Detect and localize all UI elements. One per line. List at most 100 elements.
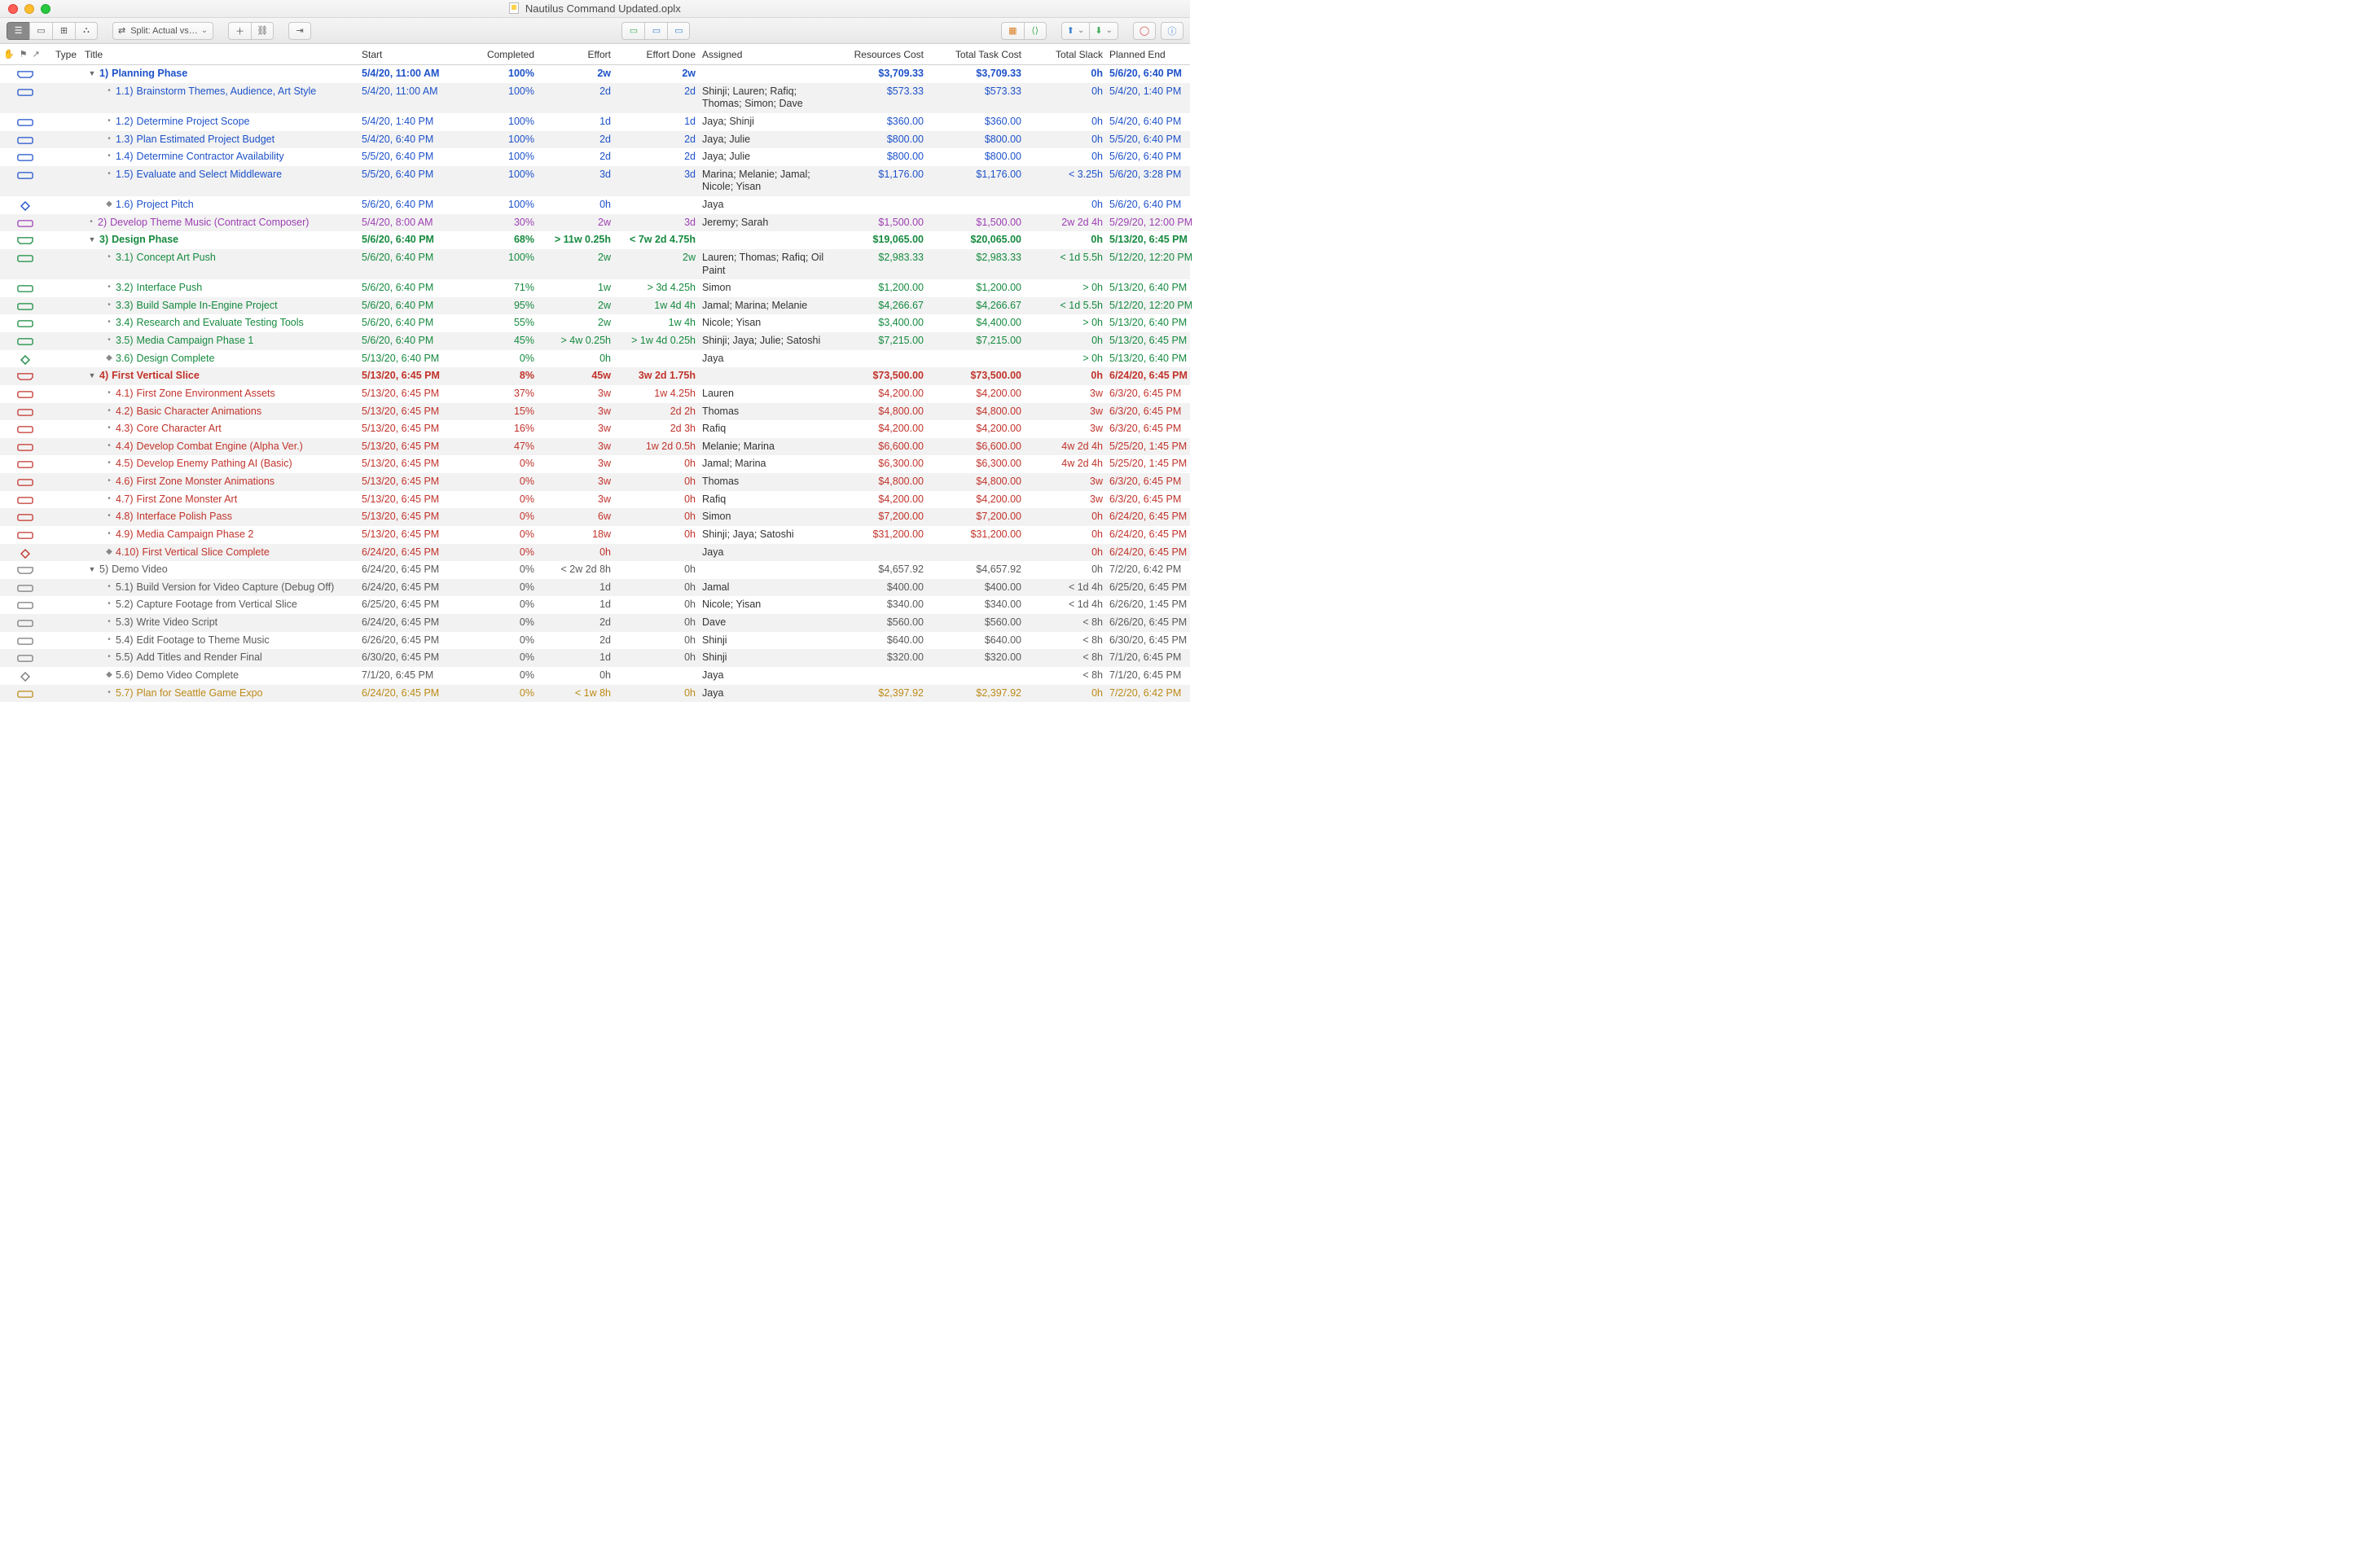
- start-cell[interactable]: 7/1/20, 6:45 PM: [358, 669, 468, 681]
- import-button[interactable]: ⬆⌄: [1061, 22, 1090, 40]
- start-cell[interactable]: 5/6/20, 6:40 PM: [358, 252, 468, 263]
- start-cell[interactable]: 5/4/20, 1:40 PM: [358, 116, 468, 127]
- planned-end-cell[interactable]: 7/1/20, 6:45 PM: [1106, 651, 1220, 663]
- effort-done-cell[interactable]: 0h: [614, 458, 699, 471]
- title-cell[interactable]: • 1.1) Brainstorm Themes, Audience, Art …: [81, 86, 358, 99]
- total-task-cost-cell[interactable]: $7,215.00: [927, 335, 1025, 346]
- effort-cell[interactable]: 2w: [538, 252, 614, 265]
- effort-done-cell[interactable]: 2d: [614, 86, 699, 99]
- total-slack-cell[interactable]: 0h: [1025, 134, 1106, 145]
- assigned-cell[interactable]: Shinji; Lauren; Rafiq; Thomas; Simon; Da…: [699, 86, 829, 111]
- reschedule-button[interactable]: ▭: [644, 22, 667, 40]
- export-button[interactable]: ⬇⌄: [1089, 22, 1118, 40]
- col-total-task-cost[interactable]: Total Task Cost: [927, 49, 1025, 60]
- title-cell[interactable]: ◆ 1.6) Project Pitch: [81, 199, 358, 212]
- effort-done-cell[interactable]: 0h: [614, 599, 699, 612]
- col-resources-cost[interactable]: Resources Cost: [829, 49, 927, 60]
- planned-end-cell[interactable]: 5/4/20, 6:40 PM: [1106, 116, 1220, 127]
- inspector-button[interactable]: ⓘ: [1161, 22, 1183, 40]
- start-cell[interactable]: 6/24/20, 6:45 PM: [358, 546, 468, 558]
- total-slack-cell[interactable]: 4w 2d 4h: [1025, 458, 1106, 469]
- completed-cell[interactable]: 0%: [468, 493, 538, 505]
- resources-cost-cell[interactable]: $640.00: [829, 634, 927, 646]
- planned-end-cell[interactable]: 5/13/20, 6:45 PM: [1106, 335, 1220, 346]
- planned-end-cell[interactable]: 7/1/20, 6:45 PM: [1106, 669, 1220, 681]
- start-cell[interactable]: 5/6/20, 6:40 PM: [358, 234, 468, 245]
- assigned-cell[interactable]: Jaya: [699, 199, 829, 212]
- start-cell[interactable]: 5/6/20, 6:40 PM: [358, 199, 468, 210]
- effort-cell[interactable]: 1d: [538, 651, 614, 664]
- effort-cell[interactable]: < 2w 2d 8h: [538, 564, 614, 577]
- total-slack-cell[interactable]: 3w: [1025, 476, 1106, 487]
- resources-cost-cell[interactable]: $800.00: [829, 134, 927, 145]
- total-task-cost-cell[interactable]: $4,200.00: [927, 388, 1025, 399]
- assigned-cell[interactable]: Jaya: [699, 546, 829, 559]
- title-cell[interactable]: • 2) Develop Theme Music (Contract Compo…: [81, 217, 358, 230]
- total-slack-cell[interactable]: 0h: [1025, 511, 1106, 522]
- resources-cost-cell[interactable]: $3,709.33: [829, 68, 927, 79]
- completed-cell[interactable]: 100%: [468, 151, 538, 162]
- table-row[interactable]: ▼ 5) Demo Video 6/24/20, 6:45 PM 0% < 2w…: [0, 561, 1190, 579]
- effort-cell[interactable]: 2w: [538, 300, 614, 313]
- resources-cost-cell[interactable]: $6,300.00: [829, 458, 927, 469]
- start-cell[interactable]: 5/13/20, 6:45 PM: [358, 529, 468, 540]
- assigned-cell[interactable]: Shinji: [699, 651, 829, 664]
- completed-cell[interactable]: 0%: [468, 599, 538, 610]
- assigned-cell[interactable]: Nicole; Yisan: [699, 599, 829, 612]
- effort-cell[interactable]: 3w: [538, 423, 614, 436]
- table-row[interactable]: • 3.3) Build Sample In-Engine Project 5/…: [0, 297, 1190, 315]
- start-cell[interactable]: 5/4/20, 11:00 AM: [358, 86, 468, 97]
- planned-end-cell[interactable]: 6/3/20, 6:45 PM: [1106, 423, 1220, 434]
- effort-cell[interactable]: 0h: [538, 546, 614, 559]
- title-cell[interactable]: ▼ 3) Design Phase: [81, 234, 358, 247]
- table-row[interactable]: • 4.3) Core Character Art 5/13/20, 6:45 …: [0, 420, 1190, 438]
- start-cell[interactable]: 5/13/20, 6:45 PM: [358, 458, 468, 469]
- effort-cell[interactable]: 2w: [538, 217, 614, 230]
- completed-cell[interactable]: 0%: [468, 581, 538, 593]
- total-slack-cell[interactable]: 0h: [1025, 234, 1106, 245]
- table-row[interactable]: • 1.4) Determine Contractor Availability…: [0, 148, 1190, 166]
- total-task-cost-cell[interactable]: $640.00: [927, 634, 1025, 646]
- title-cell[interactable]: • 1.5) Evaluate and Select Middleware: [81, 169, 358, 182]
- completed-cell[interactable]: 0%: [468, 669, 538, 681]
- title-cell[interactable]: • 5.1) Build Version for Video Capture (…: [81, 581, 358, 594]
- effort-cell[interactable]: 1d: [538, 599, 614, 612]
- planned-end-cell[interactable]: 6/24/20, 6:45 PM: [1106, 511, 1220, 522]
- start-cell[interactable]: 6/26/20, 6:45 PM: [358, 634, 468, 646]
- effort-done-cell[interactable]: < 7w 2d 4.75h: [614, 234, 699, 247]
- planned-end-cell[interactable]: 6/3/20, 6:45 PM: [1106, 406, 1220, 417]
- assigned-cell[interactable]: Jaya: [699, 669, 829, 682]
- view-options-button[interactable]: ▦: [1001, 22, 1024, 40]
- resources-cost-cell[interactable]: $31,200.00: [829, 529, 927, 540]
- table-row[interactable]: • 3.2) Interface Push 5/6/20, 6:40 PM 71…: [0, 279, 1190, 297]
- total-slack-cell[interactable]: 0h: [1025, 151, 1106, 162]
- resources-cost-cell[interactable]: $4,200.00: [829, 423, 927, 434]
- start-cell[interactable]: 5/13/20, 6:45 PM: [358, 493, 468, 505]
- effort-done-cell[interactable]: 0h: [614, 616, 699, 629]
- effort-cell[interactable]: 2d: [538, 634, 614, 647]
- effort-done-cell[interactable]: 0h: [614, 634, 699, 647]
- start-cell[interactable]: 5/13/20, 6:45 PM: [358, 476, 468, 487]
- table-row[interactable]: • 4.4) Develop Combat Engine (Alpha Ver.…: [0, 438, 1190, 456]
- start-cell[interactable]: 5/13/20, 6:45 PM: [358, 388, 468, 399]
- table-row[interactable]: • 1.3) Plan Estimated Project Budget 5/4…: [0, 131, 1190, 149]
- total-slack-cell[interactable]: < 1d 5.5h: [1025, 252, 1106, 263]
- title-cell[interactable]: • 4.4) Develop Combat Engine (Alpha Ver.…: [81, 441, 358, 454]
- start-cell[interactable]: 5/4/20, 8:00 AM: [358, 217, 468, 228]
- total-task-cost-cell[interactable]: $4,800.00: [927, 406, 1025, 417]
- assigned-cell[interactable]: Thomas: [699, 476, 829, 489]
- effort-done-cell[interactable]: 2w: [614, 68, 699, 81]
- completed-cell[interactable]: 47%: [468, 441, 538, 452]
- resources-cost-cell[interactable]: $4,800.00: [829, 406, 927, 417]
- effort-cell[interactable]: 0h: [538, 199, 614, 212]
- mark-complete-button[interactable]: ▭: [621, 22, 644, 40]
- title-cell[interactable]: • 5.7) Plan for Seattle Game Expo: [81, 687, 358, 700]
- planned-end-cell[interactable]: 5/25/20, 1:45 PM: [1106, 458, 1220, 469]
- start-cell[interactable]: 5/13/20, 6:45 PM: [358, 511, 468, 522]
- assigned-cell[interactable]: Jamal; Marina; Melanie: [699, 300, 829, 313]
- table-row[interactable]: ◆ 1.6) Project Pitch 5/6/20, 6:40 PM 100…: [0, 196, 1190, 214]
- effort-done-cell[interactable]: 2w: [614, 252, 699, 265]
- completed-cell[interactable]: 100%: [468, 134, 538, 145]
- table-row[interactable]: • 1.1) Brainstorm Themes, Audience, Art …: [0, 83, 1190, 113]
- completed-cell[interactable]: 100%: [468, 199, 538, 210]
